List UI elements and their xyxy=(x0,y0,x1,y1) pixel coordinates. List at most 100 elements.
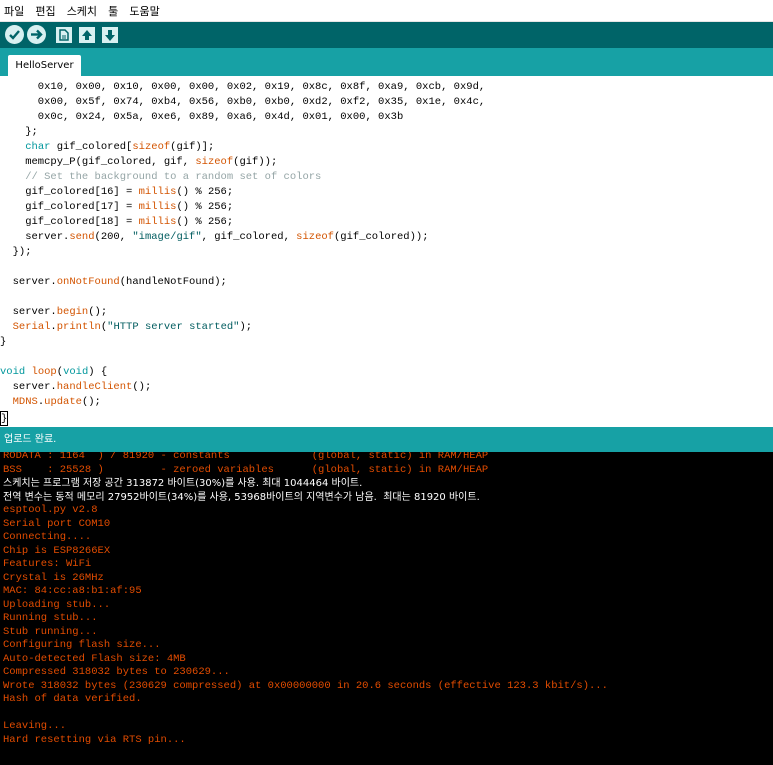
code-token: memcpy_P(gif_colored, gif, xyxy=(0,156,196,168)
upload-icon xyxy=(31,29,43,40)
code-token: 0x00, 0x5f, 0x74, 0xb4, 0x56, 0xb0, 0xb0… xyxy=(0,96,486,108)
menu-bar: 파일 편집 스케치 툴 도움말 xyxy=(0,0,773,22)
code-token: (); xyxy=(88,306,108,318)
console-line: MAC: 84:cc:a8:b1:af:95 xyxy=(3,585,142,597)
code-token: () % 256; xyxy=(176,201,234,213)
code-token: ) { xyxy=(88,366,108,378)
code-token: }); xyxy=(0,246,32,258)
console-line: 스케치는 프로그램 저장 공간 313872 바이트(30%)를 사용. 최대 … xyxy=(3,478,363,489)
console-line: Running stub... xyxy=(3,612,98,624)
console-line: Hard resetting via RTS pin... xyxy=(3,733,186,746)
code-token: server. xyxy=(0,276,57,288)
tab-bar: HelloServer xyxy=(0,48,773,76)
text-cursor: } xyxy=(0,411,8,426)
code-token: onNotFound xyxy=(56,276,120,288)
console-line: Crystal is 26MHz xyxy=(3,571,104,584)
tab-helloserver[interactable]: HelloServer xyxy=(8,55,81,76)
code-token: (gif)); xyxy=(233,156,278,168)
code-line: }); xyxy=(0,245,32,260)
save-icon xyxy=(105,30,115,41)
menu-help[interactable]: 도움말 xyxy=(126,1,162,22)
code-line: server.handleClient(); xyxy=(0,380,152,395)
verify-icon xyxy=(9,30,20,40)
code-token: char xyxy=(25,141,51,153)
console-line: Serial port COM10 xyxy=(3,517,111,530)
code-line: gif_colored[16] = millis() % 256; xyxy=(0,185,233,200)
code-token: millis xyxy=(138,186,177,198)
code-token: void xyxy=(63,366,89,378)
code-line: memcpy_P(gif_colored, gif, sizeof(gif)); xyxy=(0,155,277,170)
open-icon xyxy=(82,30,92,40)
code-token: (); xyxy=(81,396,101,408)
code-token: handleClient xyxy=(56,381,133,393)
console-output[interactable]: RODATA : 1164 ) / 81920 - constants (glo… xyxy=(0,452,773,765)
code-token: () % 256; xyxy=(176,186,234,198)
code-token: gif_colored[18] = xyxy=(0,216,139,228)
toolbar xyxy=(0,22,773,48)
console-line: Leaving... xyxy=(3,720,67,732)
menu-tools[interactable]: 툴 xyxy=(105,1,121,22)
code-token: loop xyxy=(31,366,57,378)
code-token: (gif)]; xyxy=(170,141,215,153)
code-line: } xyxy=(0,335,6,350)
code-line: server.send(200, "image/gif", gif_colore… xyxy=(0,230,429,245)
code-line: Serial.println("HTTP server started"); xyxy=(0,320,252,335)
console-line: Chip is ESP8266EX xyxy=(3,544,111,557)
console-line: Configuring flash size... xyxy=(3,639,161,651)
code-line: server.begin(); xyxy=(0,305,108,320)
code-token: millis xyxy=(138,216,177,228)
code-token: 0x0c, 0x24, 0x5a, 0xe6, 0x89, 0xa6, 0x4d… xyxy=(0,111,404,123)
console-line: Uploading stub... xyxy=(3,598,111,611)
console-line: Connecting.... xyxy=(3,531,92,543)
code-line: char gif_colored[sizeof(gif)]; xyxy=(0,140,214,155)
code-token: } xyxy=(0,336,7,348)
menu-file[interactable]: 파일 xyxy=(0,1,27,22)
upload-button[interactable] xyxy=(27,25,46,44)
new-button[interactable] xyxy=(56,27,72,43)
code-token: (gif_colored)); xyxy=(333,231,429,243)
console-line: BSS : 25528 ) - zeroed variables (global… xyxy=(3,463,489,476)
code-line: 0x0c, 0x24, 0x5a, 0xe6, 0x89, 0xa6, 0x4d… xyxy=(0,110,403,125)
console-line: Compressed 318032 bytes to 230629... xyxy=(3,666,230,678)
code-token: Serial xyxy=(12,321,51,333)
code-token: sizeof xyxy=(296,231,334,243)
code-token: (); xyxy=(132,381,152,393)
code-token: (handleNotFound); xyxy=(119,276,227,288)
code-editor[interactable]: 0x10, 0x00, 0x10, 0x00, 0x00, 0x02, 0x19… xyxy=(0,76,773,427)
verify-button[interactable] xyxy=(5,25,24,44)
code-token: server. xyxy=(0,231,70,243)
console-line: Features: WiFi xyxy=(3,558,92,570)
code-token: , gif_colored, xyxy=(201,231,297,243)
code-token: gif_colored[ xyxy=(50,141,133,153)
code-token: sizeof xyxy=(132,141,171,153)
console-line: 전역 변수는 동적 메모리 27952바이트(34%)를 사용, 53968바이… xyxy=(3,491,480,503)
code-token: void xyxy=(0,366,26,378)
code-line: 0x00, 0x5f, 0x74, 0xb4, 0x56, 0xb0, 0xb0… xyxy=(0,95,485,110)
code-token: gif_colored[17] = xyxy=(0,201,139,213)
code-token: server. xyxy=(0,381,57,393)
new-icon xyxy=(59,29,69,41)
console-line: esptool.py v2.8 xyxy=(3,504,98,516)
menu-edit[interactable]: 편집 xyxy=(32,1,58,22)
status-text: 업로드 완료. xyxy=(4,434,57,445)
code-token: () % 256; xyxy=(176,216,234,228)
code-token: sizeof xyxy=(195,156,234,168)
open-button[interactable] xyxy=(79,27,95,43)
console-line: Hash of data verified. xyxy=(3,693,142,705)
code-token: server. xyxy=(0,306,57,318)
code-token: println xyxy=(56,321,101,333)
status-bar: 업로드 완료. xyxy=(0,427,773,452)
code-token: "image/gif" xyxy=(132,231,202,243)
code-token: MDNS xyxy=(12,396,38,408)
code-token: (200, xyxy=(94,231,133,243)
code-line: MDNS.update(); xyxy=(0,395,101,410)
code-line: void loop(void) { xyxy=(0,365,107,380)
menu-sketch[interactable]: 스케치 xyxy=(64,1,100,22)
console-line: Auto-detected Flash size: 4MB xyxy=(3,652,186,665)
console-line: Stub running... xyxy=(3,625,98,638)
save-button[interactable] xyxy=(102,27,118,43)
code-line: 0x10, 0x00, 0x10, 0x00, 0x00, 0x02, 0x19… xyxy=(0,80,485,95)
